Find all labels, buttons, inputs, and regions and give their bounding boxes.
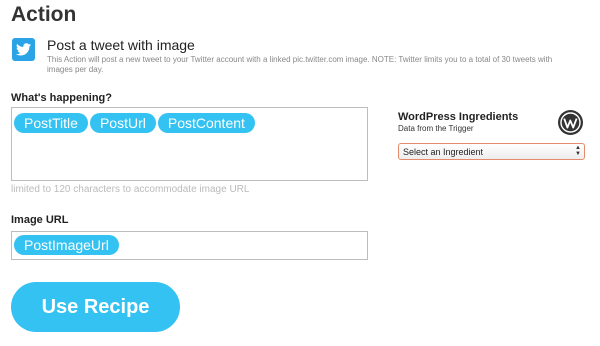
whats-happening-label: What's happening? <box>11 92 112 104</box>
page-title: Action <box>11 3 77 26</box>
ingredient-token-post-title[interactable]: PostTitle <box>14 113 88 133</box>
ingredients-subtitle: Data from the Trigger <box>398 124 474 133</box>
wordpress-logo-icon <box>558 110 583 135</box>
image-url-label: Image URL <box>11 214 69 226</box>
action-name: Post a tweet with image <box>47 37 195 53</box>
select-arrows-icon: ▲ ▼ <box>575 145 581 157</box>
action-description: This Action will post a new tweet to you… <box>47 55 553 74</box>
ingredient-token-post-url[interactable]: PostUrl <box>89 113 156 133</box>
use-recipe-button[interactable]: Use Recipe <box>11 282 180 332</box>
ingredient-select-value: Select an Ingredient <box>403 146 484 157</box>
ingredient-token-post-content[interactable]: PostContent <box>157 113 255 133</box>
twitter-bird-icon <box>12 38 35 61</box>
ingredients-title: WordPress Ingredients <box>398 111 519 123</box>
ingredient-token-post-image-url[interactable]: PostImageUrl <box>14 235 119 255</box>
image-url-field[interactable]: PostImageUrl <box>11 231 368 260</box>
character-limit-hint: limited to 120 characters to accommodate… <box>11 184 250 195</box>
whats-happening-field[interactable]: PostTitle PostUrl PostContent <box>11 107 368 181</box>
ingredient-select[interactable]: Select an Ingredient ▲ ▼ <box>398 143 585 160</box>
